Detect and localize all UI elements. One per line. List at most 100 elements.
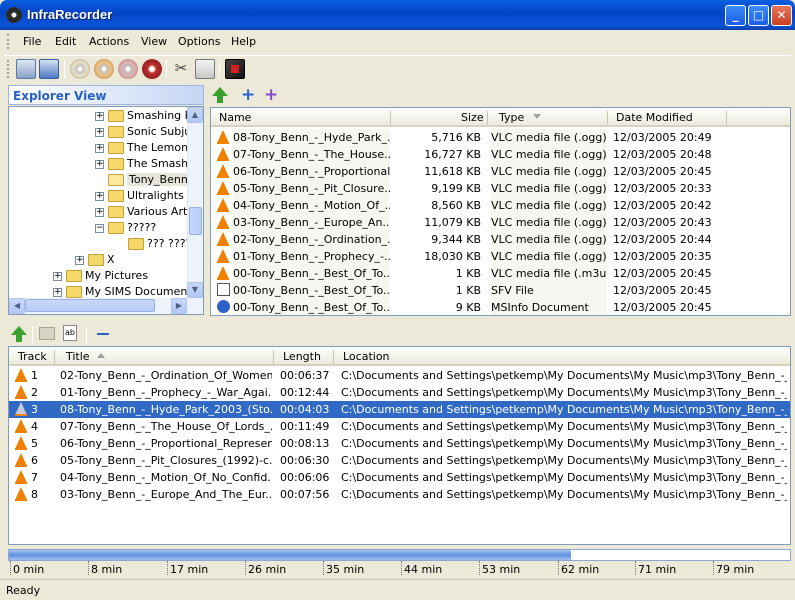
tree-item[interactable]: −????? [95, 221, 156, 237]
file-row[interactable]: 00-Tony_Benn_-_Best_Of_To... 9 KB MSInfo D… [211, 299, 790, 315]
scroll-right-arrow[interactable]: ▶ [171, 298, 187, 314]
track-row[interactable]: 8 03-Tony_Benn_-_Europe_And_The_Eur... 00:… [9, 486, 790, 503]
remove-icon[interactable] [97, 333, 109, 335]
track-title: 03-Tony_Benn_-_Europe_And_The_Eur... [60, 488, 272, 501]
col-type[interactable]: Type [499, 111, 524, 124]
file-type: VLC media file (.ogg) [491, 214, 607, 231]
menu-options[interactable]: Options [178, 35, 220, 48]
col-track[interactable]: Track [18, 350, 47, 363]
file-row[interactable]: 00-Tony_Benn_-_Best_Of_To... 1 KB SFV File… [211, 282, 790, 299]
expand-icon[interactable]: + [75, 255, 84, 265]
expand-icon[interactable]: + [95, 191, 104, 201]
track-row[interactable]: 2 01-Tony_Benn_-_Prophecy_-_War_Agai... 00… [9, 384, 790, 401]
col-modified[interactable]: Date Modified [616, 111, 693, 124]
burn-image-icon[interactable] [70, 59, 90, 79]
project-up-icon[interactable] [11, 326, 27, 342]
scroll-down-arrow[interactable]: ▼ [187, 282, 203, 298]
expand-icon[interactable]: + [95, 143, 104, 153]
file-row[interactable]: 04-Tony_Benn_-_Motion_Of_... 8,560 KB VLC … [211, 197, 790, 214]
file-row[interactable]: 06-Tony_Benn_-_Proportional... 11,618 KB V… [211, 163, 790, 180]
tree-item[interactable]: + Sonic Subjur [95, 125, 196, 141]
col-name[interactable]: Name [219, 111, 251, 124]
open-project-icon[interactable] [16, 59, 36, 79]
tree-horizontal-scrollbar[interactable]: ◀ ▶ [9, 298, 203, 314]
col-size[interactable]: Size [461, 111, 484, 124]
fixate-disc-icon[interactable] [142, 59, 162, 79]
expand-icon[interactable]: + [53, 271, 62, 281]
expand-icon[interactable]: + [95, 111, 104, 121]
track-row[interactable]: 3 08-Tony_Benn_-_Hyde_Park_2003_(Sto... 00… [9, 401, 790, 418]
drive-icon[interactable] [195, 59, 215, 79]
tools-icon[interactable]: ✂ [171, 59, 191, 79]
maximize-button[interactable]: □ [748, 5, 769, 26]
menu-view[interactable]: View [141, 35, 167, 48]
file-size: 16,727 KB [424, 148, 481, 161]
file-row[interactable]: 05-Tony_Benn_-_Pit_Closure... 9,199 KB VLC… [211, 180, 790, 197]
vlc-icon [217, 198, 229, 212]
menu-actions[interactable]: Actions [89, 35, 129, 48]
rename-icon[interactable]: ab [63, 325, 77, 341]
menu-file[interactable]: File [23, 35, 41, 48]
track-row[interactable]: 1 02-Tony_Benn_-_Ordination_Of_Women... 00… [9, 367, 790, 384]
file-date: 12/03/2005 20:42 [613, 199, 712, 212]
expand-icon[interactable]: + [95, 207, 104, 217]
close-button[interactable]: ✕ [771, 5, 792, 26]
minimize-button[interactable]: _ [725, 5, 746, 26]
track-row[interactable]: 4 07-Tony_Benn_-_The_House_Of_Lords_... 00… [9, 418, 790, 435]
tree-item[interactable]: ??? ???? [115, 237, 191, 253]
track-list[interactable]: Track Title Length Location 1 02-Tony_Ben… [8, 346, 791, 545]
menu-help[interactable]: Help [231, 35, 256, 48]
track-number: 5 [31, 437, 38, 450]
tree-item[interactable]: Tony_Benn_ [95, 173, 196, 189]
tree-item-label: My SIMS Documents [85, 285, 198, 298]
col-title[interactable]: Title [66, 350, 90, 363]
tree-vertical-scrollbar[interactable]: ▲ ▼ [187, 107, 203, 298]
tree-item[interactable]: + Ultralights [95, 189, 184, 205]
file-size: 18,030 KB [424, 250, 481, 263]
file-row[interactable]: 00-Tony_Benn_-_Best_Of_To... 1 KB VLC medi… [211, 265, 790, 282]
track-title: 01-Tony_Benn_-_Prophecy_-_War_Agai... [60, 386, 272, 399]
copy-disc-icon[interactable] [94, 59, 114, 79]
col-length[interactable]: Length [283, 350, 321, 363]
file-row[interactable]: 01-Tony_Benn_-_Prophecy_-... 18,030 KB VLC… [211, 248, 790, 265]
file-size: 9,199 KB [431, 182, 481, 195]
file-row[interactable]: 08-Tony_Benn_-_Hyde_Park_... 5,716 KB VLC … [211, 129, 790, 146]
file-list[interactable]: Name Size Type Date Modified 08-Tony_Ben… [210, 107, 791, 316]
hscroll-thumb[interactable] [25, 299, 155, 312]
erase-disc-icon[interactable] [118, 59, 138, 79]
file-date: 12/03/2005 20:35 [613, 250, 712, 263]
expand-icon[interactable]: + [95, 127, 104, 137]
up-folder-icon[interactable] [212, 87, 228, 103]
scroll-thumb[interactable] [189, 207, 202, 235]
track-row[interactable]: 6 05-Tony_Benn_-_Pit_Closures_(1992)-c...… [9, 452, 790, 469]
scroll-up-arrow[interactable]: ▲ [187, 107, 203, 123]
menu-edit[interactable]: Edit [55, 35, 76, 48]
track-location: C:\Documents and Settings\petkemp\My Doc… [341, 454, 787, 467]
tree-item[interactable]: + X [75, 253, 115, 269]
timeline-tick: 71 min [634, 561, 677, 576]
file-row[interactable]: 07-Tony_Benn_-_The_House... 16,727 KB VLC … [211, 146, 790, 163]
track-location: C:\Documents and Settings\petkemp\My Doc… [341, 471, 787, 484]
exit-icon[interactable] [225, 59, 245, 79]
file-row[interactable]: 03-Tony_Benn_-_Europe_An... 11,079 KB VLC … [211, 214, 790, 231]
new-folder-icon[interactable] [39, 327, 55, 340]
folder-icon [108, 142, 124, 154]
expand-icon[interactable]: + [95, 159, 104, 169]
file-row[interactable]: 02-Tony_Benn_-_Ordination_... 9,344 KB VLC… [211, 231, 790, 248]
tree-item[interactable]: + Various Artis [95, 205, 196, 221]
tree-item[interactable]: + Smashing Pu [95, 109, 198, 125]
add-files-icon[interactable]: + [241, 86, 255, 104]
track-row[interactable]: 5 06-Tony_Benn_-_Proportional_Represen...… [9, 435, 790, 452]
folder-tree[interactable]: + Smashing Pu + Sonic Subjur + The Lemonh + The… [8, 106, 204, 315]
expand-icon[interactable]: + [53, 287, 62, 297]
scroll-left-arrow[interactable]: ◀ [9, 298, 25, 314]
col-location[interactable]: Location [343, 350, 390, 363]
add-all-files-icon[interactable]: + [264, 86, 278, 104]
tree-item[interactable]: + The Smashin [95, 157, 198, 173]
save-project-icon[interactable] [39, 59, 59, 79]
tree-item[interactable]: + The Lemonh [95, 141, 195, 157]
tree-item[interactable]: + My Pictures [53, 269, 148, 285]
collapse-icon[interactable]: − [95, 223, 104, 233]
track-row[interactable]: 7 04-Tony_Benn_-_Motion_Of_No_Confid... 00… [9, 469, 790, 486]
vlc-icon [217, 232, 229, 246]
